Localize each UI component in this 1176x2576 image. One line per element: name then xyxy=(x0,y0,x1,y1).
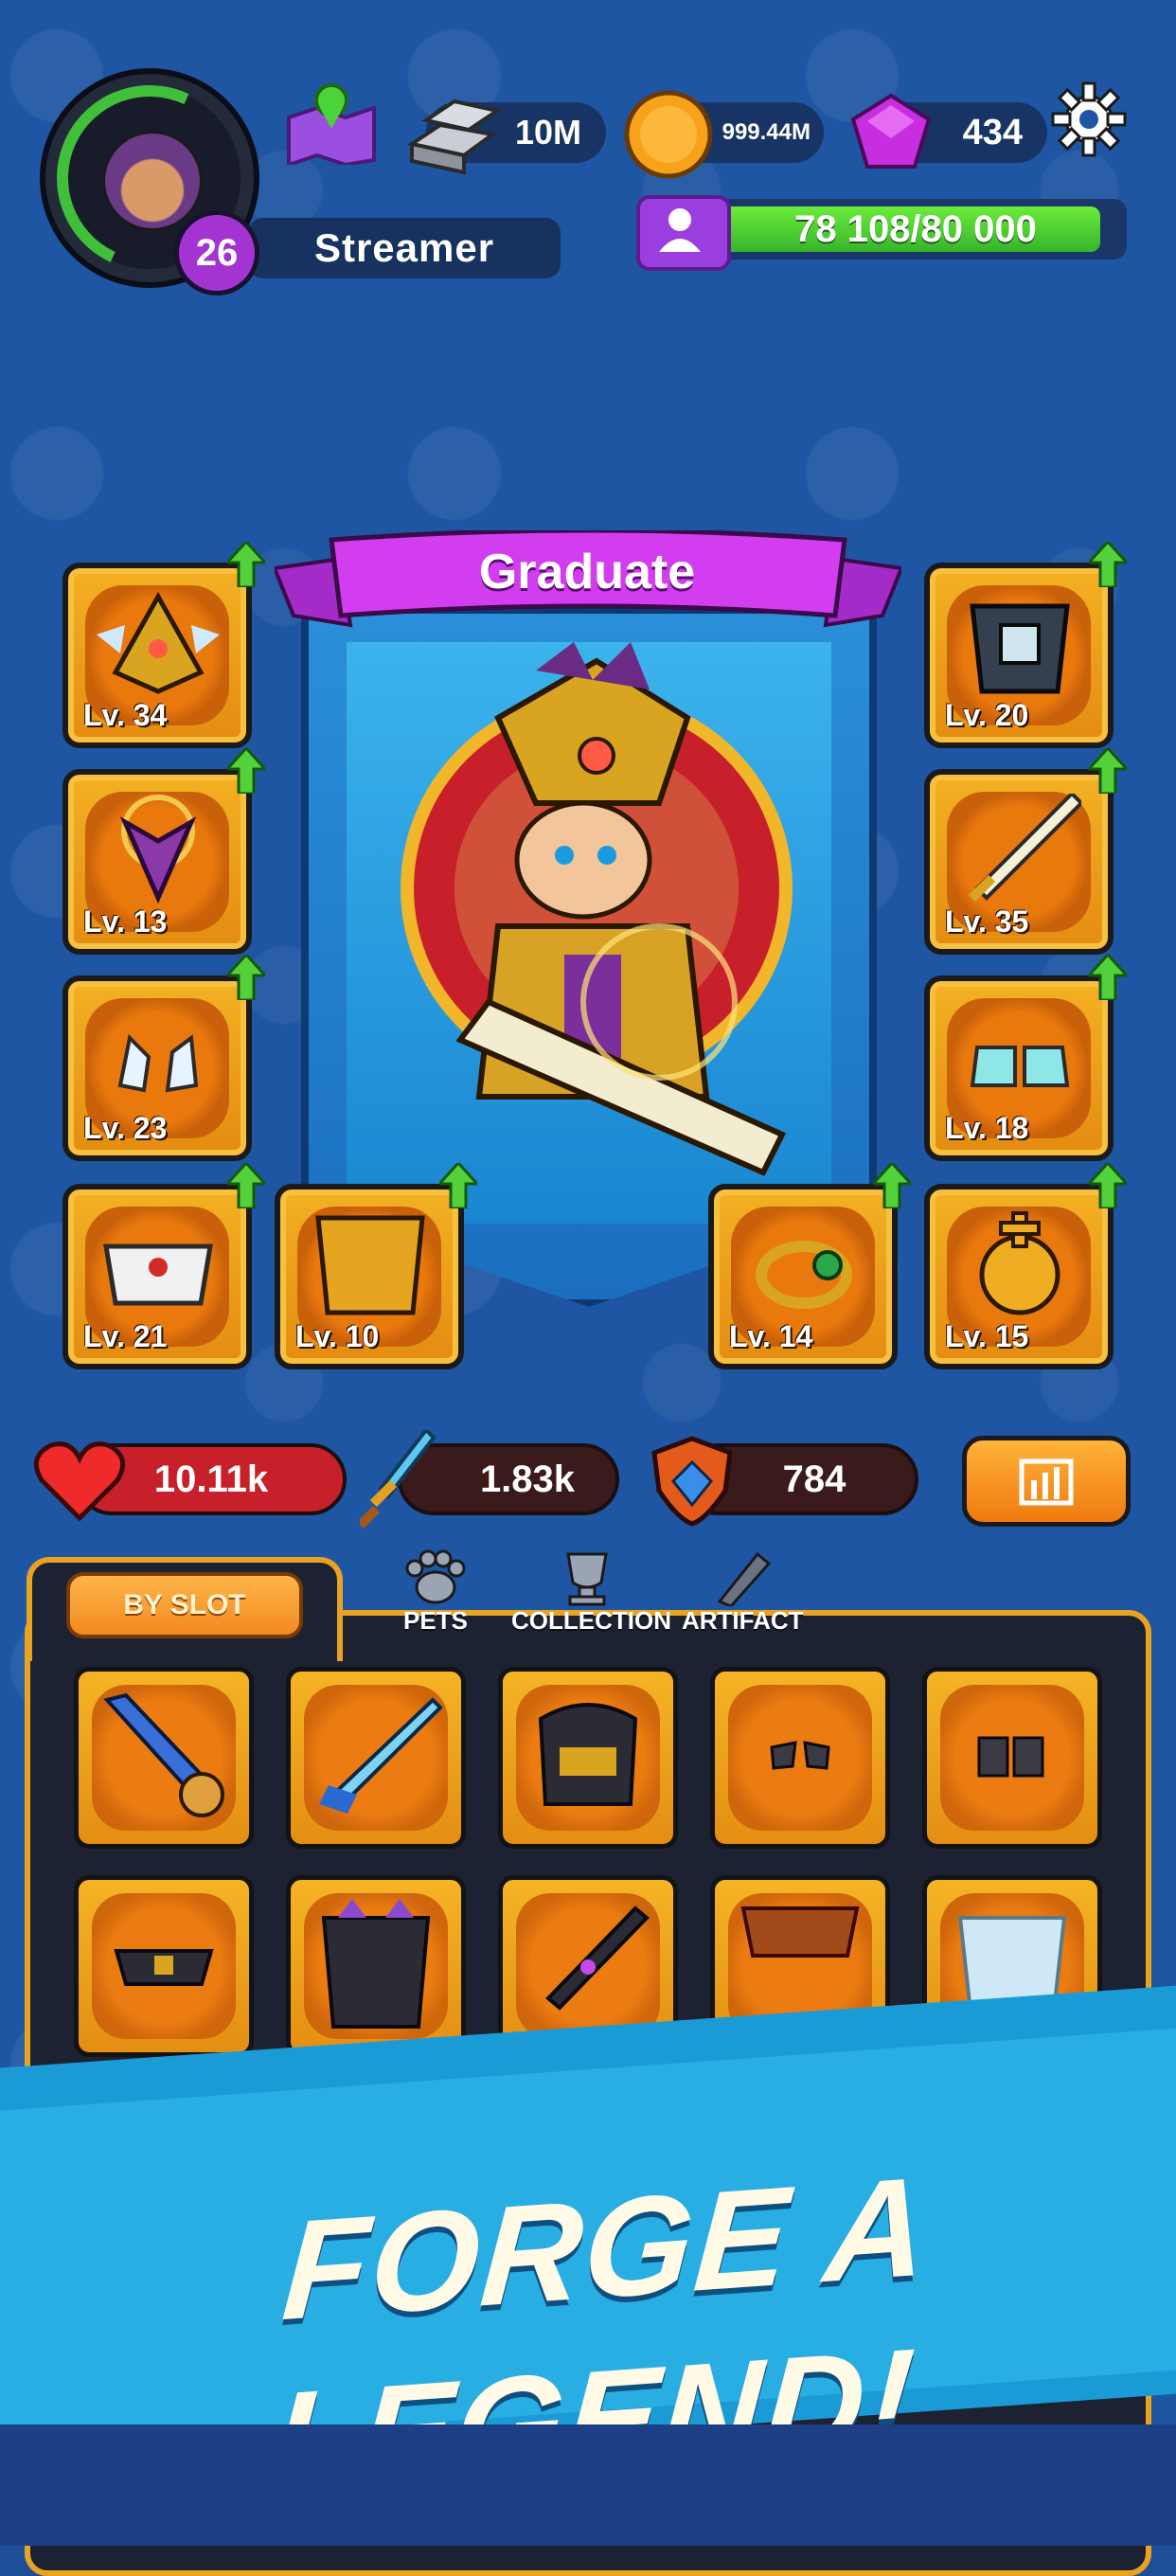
slot-level: Lv. 35 xyxy=(945,904,1029,939)
player-level-badge: 26 xyxy=(174,210,259,295)
inventory-item[interactable] xyxy=(710,1667,890,1849)
player-name: Streamer xyxy=(248,218,561,278)
tab-artifact-label: ARTIFACT xyxy=(682,1606,804,1635)
gold-value: 999.44M xyxy=(722,119,811,145)
health-value: 10.11k xyxy=(153,1458,269,1500)
dark-armor-icon xyxy=(970,603,1070,694)
upgrade-arrow-icon xyxy=(873,1163,911,1208)
top-hud: 26 Streamer 10M 999.44M 434 78 108/80 00… xyxy=(0,0,1176,313)
tab-collection-label: COLLECTION xyxy=(511,1606,671,1635)
equip-slot-boots[interactable]: Lv. 18 xyxy=(924,955,1127,1161)
golden-helmet-icon xyxy=(97,591,220,694)
equip-slot-weapon[interactable]: Lv. 35 xyxy=(924,748,1127,955)
slot-level: Lv. 14 xyxy=(729,1319,813,1353)
sword-icon xyxy=(360,1430,436,1530)
equip-slot-relic[interactable]: Lv. 15 xyxy=(924,1163,1127,1369)
upgrade-arrow-icon xyxy=(1089,1163,1127,1208)
equip-slot-ring[interactable]: Lv. 14 xyxy=(708,1163,911,1369)
crystal-boots-icon xyxy=(970,1046,1070,1087)
map-icon[interactable] xyxy=(284,80,379,165)
dark-amulet-icon xyxy=(119,795,197,904)
slot-level: Lv. 21 xyxy=(83,1319,168,1353)
upgrade-arrow-icon xyxy=(1089,748,1127,794)
slot-level: Lv. 20 xyxy=(945,698,1029,732)
hero-title: Graduate xyxy=(478,545,696,599)
stats-chart-button[interactable] xyxy=(962,1436,1131,1527)
paw-icon xyxy=(405,1549,466,1604)
golden-cape-icon xyxy=(315,1215,425,1315)
tab-pets[interactable]: PETS xyxy=(388,1549,483,1635)
inventory-item[interactable] xyxy=(498,1667,678,1849)
tab-artifact[interactable]: ARTIFACT xyxy=(682,1549,804,1635)
artifact-icon xyxy=(717,1551,772,1606)
slot-level: Lv. 18 xyxy=(945,1111,1029,1145)
tab-by-slot[interactable]: BY SLOT xyxy=(66,1572,303,1638)
tab-collection[interactable]: COLLECTION xyxy=(511,1549,671,1635)
equip-slot-helmet[interactable]: Lv. 34 xyxy=(62,542,265,748)
slot-level: Lv. 13 xyxy=(83,904,168,939)
defense-value: 784 xyxy=(782,1458,846,1500)
inventory-item[interactable] xyxy=(74,1875,254,2057)
dark-sword-icon xyxy=(545,1905,650,2011)
equip-slot-gloves[interactable]: Lv. 23 xyxy=(62,955,265,1161)
emerald-ring-icon xyxy=(756,1241,852,1309)
dark-helmet-icon xyxy=(538,1703,638,1806)
equip-slot-belt[interactable]: Lv. 21 xyxy=(62,1163,265,1369)
gold-coin-icon xyxy=(624,90,713,179)
upgrade-arrow-icon xyxy=(227,748,265,794)
golden-orb-icon xyxy=(979,1211,1060,1315)
dark-armor-icon xyxy=(321,1899,431,2029)
heart-icon xyxy=(33,1441,126,1522)
upgrade-arrow-icon xyxy=(227,542,265,587)
bottom-area xyxy=(0,2424,1176,2546)
silver-belt-icon xyxy=(103,1243,213,1306)
trophy-icon xyxy=(566,1552,608,1606)
avatar-portrait xyxy=(102,131,203,231)
hero-character-art xyxy=(401,642,793,1176)
profile-person-icon[interactable] xyxy=(636,195,731,271)
shield-icon xyxy=(651,1436,733,1527)
slot-level: Lv. 34 xyxy=(83,698,168,732)
slot-level: Lv. 23 xyxy=(83,1111,168,1145)
dark-belt-icon xyxy=(114,1949,214,1986)
tab-pets-label: PETS xyxy=(403,1606,468,1635)
slot-level: Lv. 15 xyxy=(945,1319,1029,1353)
blue-sword-icon xyxy=(103,1692,224,1817)
xp-text: 78 108/80 000 xyxy=(794,207,1037,250)
crystal-gloves-icon xyxy=(117,1033,199,1093)
upgrade-arrow-icon xyxy=(439,1163,477,1208)
ice-sword-icon xyxy=(319,1697,442,1814)
inventory-item[interactable] xyxy=(286,1667,466,1849)
equip-slot-cape[interactable]: Lv. 10 xyxy=(275,1163,477,1369)
upgrade-arrow-icon xyxy=(227,1163,265,1208)
silver-value: 10M xyxy=(514,113,581,152)
hero-portrait-background xyxy=(347,642,831,1224)
gem-icon xyxy=(850,93,932,169)
holy-sword-icon xyxy=(968,794,1081,903)
inventory-item[interactable] xyxy=(922,1667,1102,1849)
equip-slot-armor[interactable]: Lv. 20 xyxy=(924,542,1127,748)
silver-ingot-icon xyxy=(406,98,502,175)
gem-value: 434 xyxy=(962,112,1023,152)
attack-value: 1.83k xyxy=(479,1458,576,1500)
upgrade-arrow-icon xyxy=(1089,955,1127,1000)
upgrade-arrow-icon xyxy=(227,955,265,1000)
dark-boots-icon xyxy=(977,1736,1044,1778)
settings-gear-icon[interactable] xyxy=(1051,81,1127,157)
gauntlets-icon xyxy=(770,1741,830,1770)
equip-slot-amulet[interactable]: Lv. 13 xyxy=(62,748,265,955)
upgrade-arrow-icon xyxy=(1089,542,1127,587)
slot-level: Lv. 10 xyxy=(295,1319,380,1353)
bar-chart-icon xyxy=(1019,1458,1074,1506)
inventory-item[interactable] xyxy=(286,1875,466,2057)
inventory-item[interactable] xyxy=(74,1667,254,1849)
